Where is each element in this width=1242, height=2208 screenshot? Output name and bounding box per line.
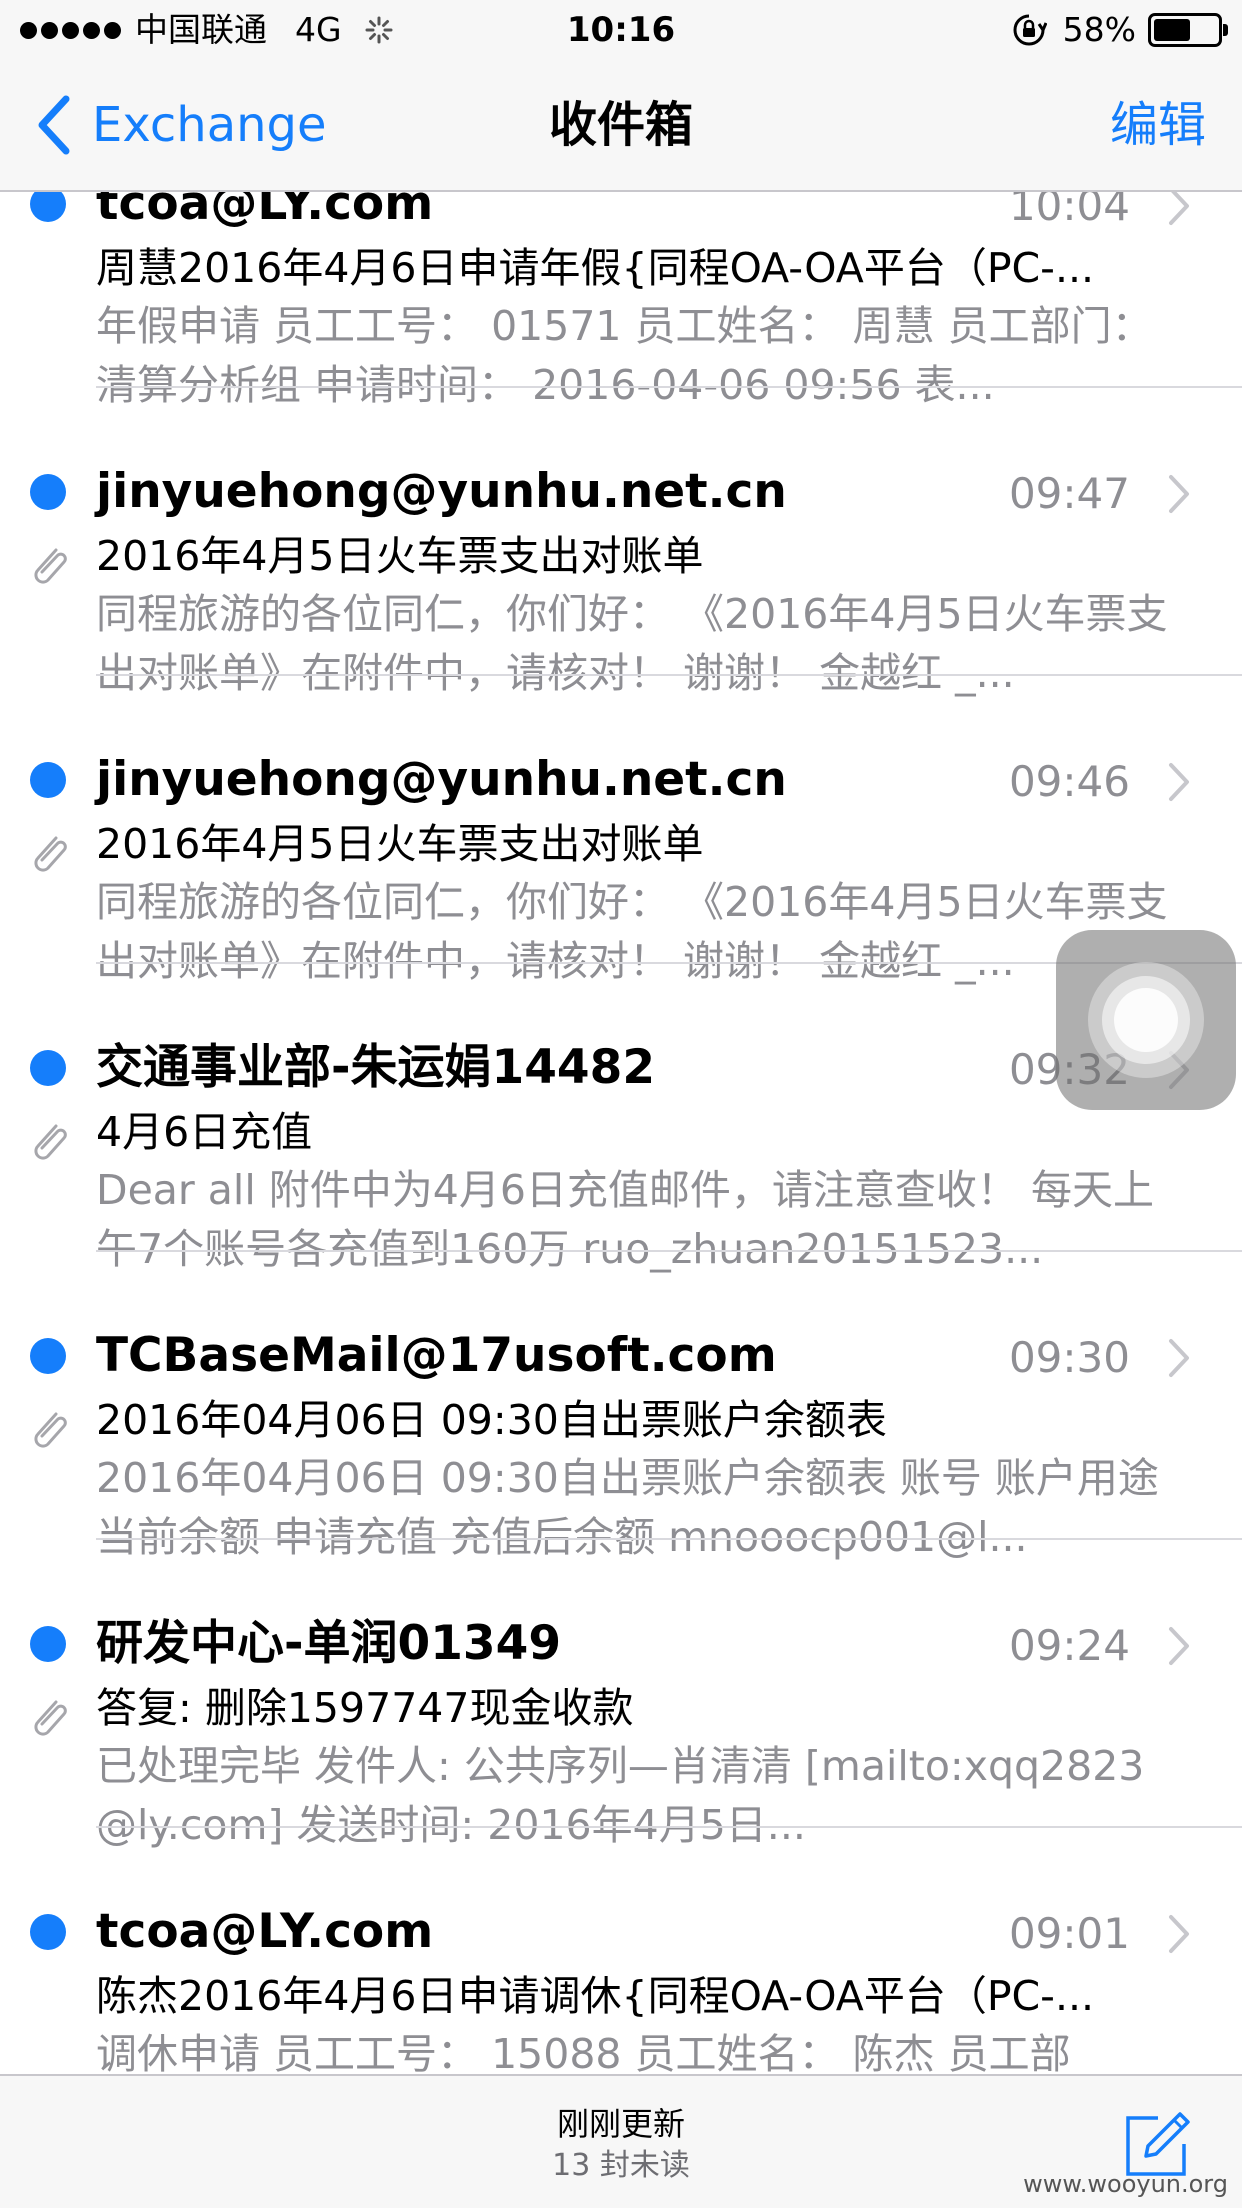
battery-percent: 58% <box>1062 10 1136 49</box>
unread-dot <box>30 474 66 510</box>
mail-sender: tcoa@LY.com <box>96 192 434 231</box>
status-bar: 中国联通 4G 10:16 58% <box>0 0 1242 60</box>
edit-button[interactable]: 编辑 <box>1110 90 1206 160</box>
paperclip-icon <box>34 1700 67 1736</box>
watermark: www.wooyun.org <box>1023 2170 1228 2198</box>
unread-dot <box>30 1338 66 1374</box>
mail-subject: 2016年4月5日火车票支出对账单 <box>96 820 704 868</box>
disclosure-chevron-icon <box>1169 475 1189 513</box>
paperclip-icon <box>34 548 67 584</box>
navigation-bar: Exchange 收件箱 编辑 <box>0 60 1242 192</box>
mail-sender: TCBaseMail@17usoft.com <box>96 1328 777 1383</box>
mail-time: 09:24 <box>1008 1621 1130 1670</box>
mail-sender: 研发中心-单润01349 <box>96 1616 562 1671</box>
mail-row[interactable]: jinyuehong@yunhu.net.cn 09:47 2016年4月5日火… <box>0 388 1242 697</box>
mail-subject: 答复: 删除1597747现金收款 <box>96 1684 634 1732</box>
unread-dot <box>30 1626 66 1662</box>
mail-subject: 2016年04月06日 09:30自出票账户余额表 <box>96 1396 887 1444</box>
paperclip-icon <box>34 836 67 872</box>
rotation-lock-icon <box>1013 14 1047 46</box>
battery-icon <box>1148 13 1228 47</box>
mail-subject: 4月6日充值 <box>96 1108 313 1156</box>
mail-time: 09:30 <box>1008 1333 1130 1382</box>
mail-row[interactable]: tcoa@LY.com 09:01 陈杰2016年4月6日申请调休{同程OA-O… <box>0 1828 1242 2074</box>
update-status: 刚刚更新 <box>556 2105 685 2143</box>
disclosure-chevron-icon <box>1169 1339 1189 1377</box>
bottom-toolbar: 刚刚更新 13 封未读 www.wooyun.org <box>0 2074 1242 2208</box>
unread-dot <box>30 1914 66 1950</box>
mail-sender: jinyuehong@yunhu.net.cn <box>96 752 787 807</box>
paperclip-icon <box>34 1124 67 1160</box>
mail-row[interactable]: tcoa@LY.com 10:04 周慧2016年4月6日申请年假{同程OA-O… <box>0 192 1242 409</box>
unread-dot <box>30 762 66 798</box>
mail-row[interactable]: TCBaseMail@17usoft.com 09:30 2016年04月06日… <box>0 1252 1242 1561</box>
mail-time: 09:47 <box>1008 469 1130 518</box>
mail-row[interactable]: jinyuehong@yunhu.net.cn 09:46 2016年4月5日火… <box>0 676 1242 985</box>
mail-subject: 陈杰2016年4月6日申请调休{同程OA-OA平台（PC-... <box>96 1972 1095 2020</box>
mail-time: 09:01 <box>1008 1909 1130 1958</box>
disclosure-chevron-icon <box>1169 1627 1189 1665</box>
unread-dot <box>30 1050 66 1086</box>
paperclip-icon <box>34 1412 67 1448</box>
mail-time: 10:04 <box>1008 192 1130 230</box>
mail-list: tcoa@LY.com 10:04 周慧2016年4月6日申请年假{同程OA-O… <box>0 192 1242 2074</box>
mail-sender: 交通事业部-朱运娟14482 <box>96 1040 656 1095</box>
assistive-touch-button[interactable] <box>1056 930 1236 1110</box>
mail-sender: tcoa@LY.com <box>96 1904 434 1959</box>
page-title: 收件箱 <box>548 97 693 153</box>
mail-preview: 调休申请 员工工号： 15088 员工姓名： 陈杰 员工部 <box>96 2030 1071 2074</box>
disclosure-chevron-icon <box>1169 192 1189 225</box>
mail-subject: 周慧2016年4月6日申请年假{同程OA-OA平台（PC-... <box>96 244 1095 292</box>
mail-subject: 2016年4月5日火车票支出对账单 <box>96 532 704 580</box>
mail-sender: jinyuehong@yunhu.net.cn <box>96 464 787 519</box>
mail-time: 09:46 <box>1008 757 1130 806</box>
mail-row[interactable]: 研发中心-单润01349 09:24 答复: 删除1597747现金收款 已处理… <box>0 1540 1242 1849</box>
disclosure-chevron-icon <box>1169 1915 1189 1953</box>
disclosure-chevron-icon <box>1169 763 1189 801</box>
unread-dot <box>30 192 66 222</box>
